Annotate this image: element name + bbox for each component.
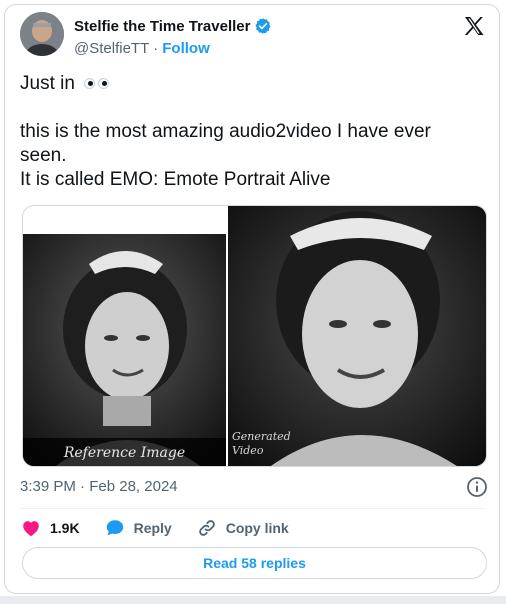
generated-video[interactable]: Generated Video — [228, 206, 486, 466]
copy-link-button[interactable]: Copy link — [196, 517, 289, 539]
x-logo-icon[interactable] — [462, 14, 486, 38]
divider — [20, 508, 486, 509]
tweet-date: Feb 28, 2024 — [89, 478, 178, 495]
tweet-line-2: this is the most amazing audio2video I h… — [20, 121, 431, 166]
like-button[interactable]: 1.9K — [20, 517, 80, 539]
info-icon[interactable] — [466, 476, 488, 498]
tweet-media[interactable]: Reference Image Generated Video — [22, 205, 487, 467]
author-handle-row: @StelfieTT · Follow — [74, 40, 210, 57]
avatar[interactable] — [20, 12, 64, 56]
author-handle[interactable]: @StelfieTT — [74, 40, 149, 57]
tweet-time: 3:39 PM — [20, 478, 76, 495]
reference-image[interactable]: Reference Image — [23, 234, 226, 466]
generated-video-caption: Generated Video — [232, 430, 291, 458]
author-display-name[interactable]: Stelfie the Time Traveller — [74, 18, 250, 35]
generated-video-caption-line-2: Video — [232, 444, 264, 457]
eyes-emoji-icon — [84, 78, 110, 90]
tweet-line-3: It is called EMO: Emote Portrait Alive — [20, 169, 331, 190]
heart-icon — [23, 521, 39, 537]
like-count: 1.9K — [50, 520, 80, 536]
handle-separator: · — [153, 40, 159, 57]
avatar-image — [20, 12, 64, 56]
verified-badge-icon — [254, 17, 272, 35]
author-name-row[interactable]: Stelfie the Time Traveller — [74, 17, 272, 35]
reply-label: Reply — [133, 520, 172, 536]
reply-bubble-icon — [106, 520, 123, 536]
tweet-actions: 1.9K Reply Copy link — [20, 514, 313, 542]
copy-link-label: Copy link — [225, 520, 289, 536]
follow-button[interactable]: Follow — [162, 40, 210, 57]
tweet-text: Just in this is the most amazing audio2v… — [20, 72, 480, 192]
page-bottom-strip — [0, 596, 506, 604]
reference-image-caption: Reference Image — [23, 438, 226, 466]
link-icon — [198, 520, 215, 536]
reply-button[interactable]: Reply — [104, 517, 172, 539]
tweet-line-1: Just in — [20, 73, 75, 94]
read-replies-button[interactable]: Read 58 replies — [22, 547, 487, 579]
timestamp-separator: · — [80, 478, 86, 495]
generated-video-caption-line-1: Generated — [232, 430, 291, 443]
tweet-timestamp[interactable]: 3:39 PM · Feb 28, 2024 — [20, 478, 178, 495]
